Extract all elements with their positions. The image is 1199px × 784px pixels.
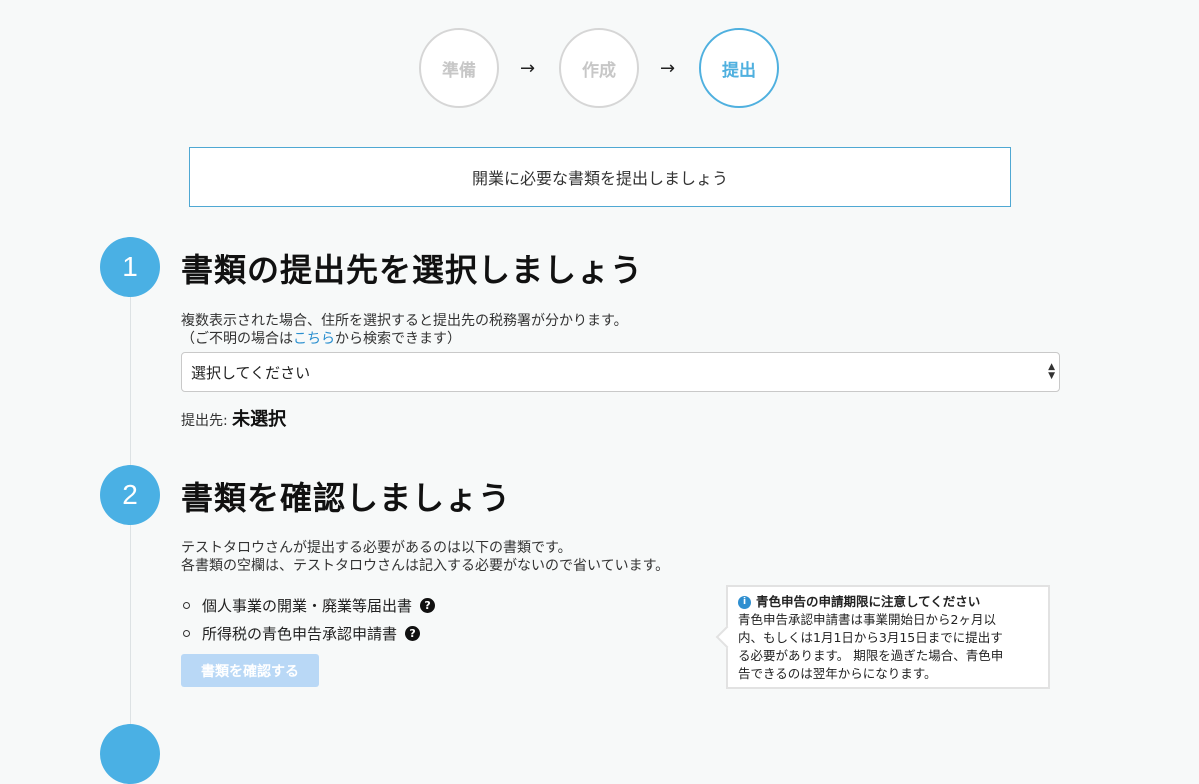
document-label: 個人事業の開業・廃業等届出書: [202, 596, 413, 615]
section-description: テストタロウさんが提出する必要があるのは以下の書類です。 各書類の空欄は、テスト…: [181, 539, 669, 575]
tooltip-pointer: [715, 625, 739, 649]
search-link[interactable]: こちら: [293, 331, 335, 347]
step-prepare: 準備: [419, 28, 499, 108]
question-circle-icon[interactable]: ?: [420, 597, 436, 613]
step-number-badge: 3: [100, 724, 160, 784]
step-create: 作成: [559, 28, 639, 108]
destination-display: 提出先: 未選択: [181, 405, 286, 431]
progress-stepper: 準備 → 作成 → 提出: [0, 28, 1199, 114]
confirm-documents-button[interactable]: 書類を確認する: [181, 654, 319, 687]
step-number-badge: 1: [100, 237, 160, 297]
destination-value: 未選択: [232, 409, 287, 430]
updown-icon: ▲ ▼: [1048, 362, 1055, 381]
bullet-icon: [183, 601, 190, 609]
description-prefix: （ご不明の場合は: [181, 331, 293, 347]
step-submit: 提出: [699, 28, 779, 108]
destination-label: 提出先:: [181, 413, 228, 429]
document-list: 個人事業の開業・廃業等届出書 ? 所得税の青色申告承認申請書 ?: [183, 591, 436, 647]
list-item: 個人事業の開業・廃業等届出書 ?: [183, 591, 436, 619]
tooltip-body-line: 内、もしくは1月1日から3月15日までに提出す: [738, 630, 1003, 645]
bullet-icon: [183, 629, 190, 637]
banner-text: 開業に必要な書類を提出しましょう: [471, 169, 728, 188]
section-title: 書類を確認しましょう: [181, 479, 512, 517]
tooltip-body-line: る必要があります。 期限を過ぎた場合、青色申: [738, 648, 1004, 663]
description-line: テストタロウさんが提出する必要があるのは以下の書類です。: [181, 540, 572, 556]
document-label: 所得税の青色申告承認申請書: [202, 624, 398, 643]
step-number-badge: 2: [100, 465, 160, 525]
arrow-right-icon: →: [520, 58, 536, 79]
instruction-banner: 開業に必要な書類を提出しましょう: [189, 147, 1011, 207]
step-label: 提出: [722, 60, 756, 81]
timeline-line: [130, 525, 131, 725]
tooltip-body-line: 告できるのは翌年からになります。: [738, 666, 937, 681]
description-line: （ご不明の場合はこちらから検索できます）: [181, 330, 628, 348]
tooltip-title: i 青色申告の申請期限に注意してください: [738, 593, 1040, 611]
tax-office-select[interactable]: 選択してください ▲ ▼: [181, 352, 1060, 392]
tooltip-title-text: 青色申告の申請期限に注意してください: [756, 594, 981, 609]
section-description: 複数表示された場合、住所を選択すると提出先の税務署が分かります。 （ご不明の場合…: [181, 312, 628, 348]
tooltip-body-line: 青色申告承認申請書は事業開始日から2ヶ月以: [738, 612, 996, 627]
select-value: 選択してください: [191, 363, 311, 382]
deadline-tooltip: i 青色申告の申請期限に注意してください 青色申告承認申請書は事業開始日から2ヶ月…: [715, 585, 1050, 689]
list-item: 所得税の青色申告承認申請書 ?: [183, 619, 435, 647]
arrow-right-icon: →: [660, 58, 676, 79]
section-title: 書類の提出先を選択しましょう: [181, 251, 644, 289]
question-circle-icon[interactable]: ?: [405, 625, 421, 641]
timeline-line: [130, 297, 131, 465]
description-line: 複数表示された場合、住所を選択すると提出先の税務署が分かります。: [181, 313, 628, 329]
description-line: 各書類の空欄は、テストタロウさんは記入する必要がないので省いています。: [181, 558, 670, 574]
step-label: 作成: [582, 60, 616, 81]
step-label: 準備: [442, 60, 476, 81]
info-circle-icon: i: [738, 595, 751, 609]
description-suffix: から検索できます）: [335, 331, 461, 347]
